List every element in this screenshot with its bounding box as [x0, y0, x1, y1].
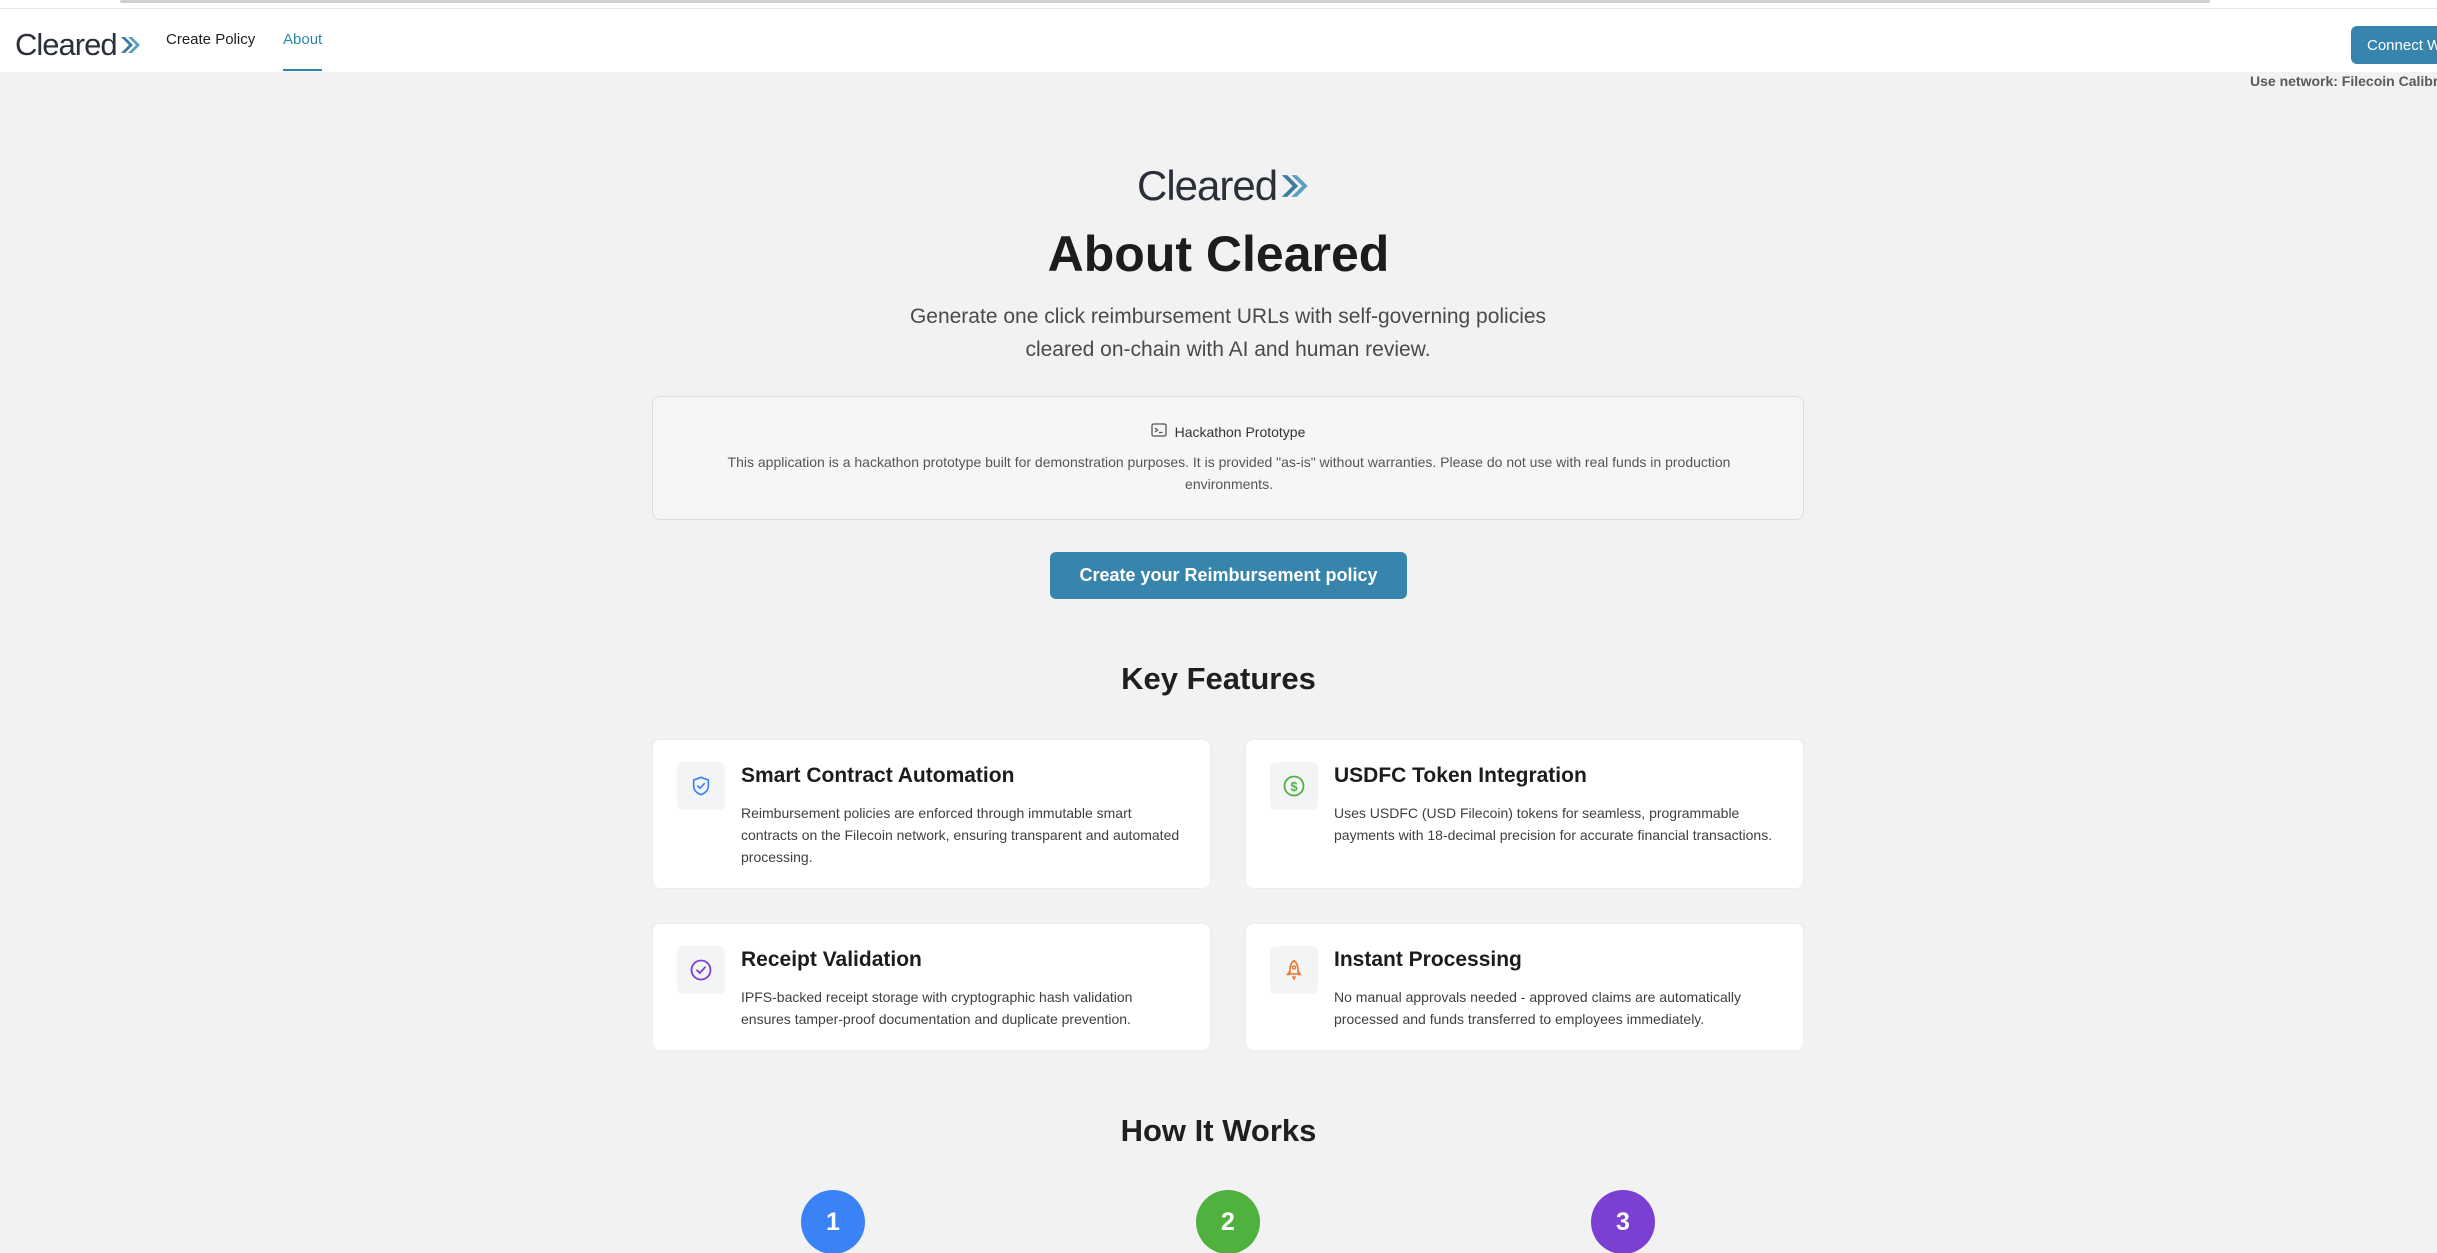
step-3-badge: 3: [1591, 1190, 1655, 1253]
double-chevron-icon: [119, 35, 141, 55]
hero-logo-text: Cleared: [1137, 162, 1278, 209]
feature-description: No manual approvals needed - approved cl…: [1334, 989, 1741, 1027]
horizontal-scrollbar[interactable]: [120, 0, 2210, 3]
hero-logo: Cleared: [1137, 158, 1309, 214]
prototype-notice: Hackathon Prototype This application is …: [652, 396, 1804, 520]
feature-description: IPFS-backed receipt storage with cryptog…: [741, 989, 1133, 1027]
notice-title: Hackathon Prototype: [1174, 423, 1306, 440]
feature-description: Uses USDFC (USD Filecoin) tokens for sea…: [1334, 805, 1773, 843]
notice-header: Hackathon Prototype: [653, 422, 1803, 441]
feature-title: Instant Processing: [1334, 948, 1522, 971]
create-policy-button[interactable]: Create your Reimbursement policy: [1050, 552, 1407, 599]
step-1-badge: 1: [801, 1190, 865, 1253]
brand-logo-text: Cleared: [15, 27, 118, 62]
dollar-circle-icon: $: [1270, 762, 1318, 810]
step-2-badge: 2: [1196, 1190, 1260, 1253]
brand-logo[interactable]: Cleared: [15, 25, 141, 65]
browser-top-strip: [0, 0, 2437, 9]
hero-subtitle-line1: Generate one click reimbursement URLs wi…: [909, 305, 1547, 328]
hero-subtitle: Generate one click reimbursement URLs wi…: [900, 300, 1556, 366]
feature-card-instant-processing: Instant Processing No manual approvals n…: [1245, 923, 1804, 1051]
feature-description: Reimbursement policies are enforced thro…: [741, 805, 1180, 865]
nav-link-create-policy[interactable]: Create Policy: [166, 31, 255, 48]
feature-card-smart-contract: Smart Contract Automation Reimbursement …: [652, 739, 1211, 889]
page-title: About Cleared: [1047, 226, 1390, 282]
double-chevron-icon: [1279, 172, 1309, 200]
feature-title: Smart Contract Automation: [741, 764, 1015, 787]
check-circle-icon: [677, 946, 725, 994]
features-heading: Key Features: [1121, 661, 1316, 696]
feature-title: Receipt Validation: [741, 948, 922, 971]
network-hint: Use network: Filecoin Calibration: [2250, 73, 2437, 89]
shield-check-icon: [677, 762, 725, 810]
connect-wallet-button[interactable]: Connect Wallet: [2351, 26, 2437, 64]
terminal-icon: [1150, 422, 1167, 441]
nav-link-about[interactable]: About: [283, 31, 323, 71]
notice-text-line1: This application is a hackathon prototyp…: [727, 454, 1731, 470]
feature-title: USDFC Token Integration: [1334, 764, 1587, 787]
hero-subtitle-line2: cleared on-chain with AI and human revie…: [1025, 338, 1431, 361]
rocket-icon: [1270, 946, 1318, 994]
notice-text-line2: environments.: [1185, 476, 1273, 492]
feature-card-usdfc: $ USDFC Token Integration Uses USDFC (US…: [1245, 739, 1804, 889]
navbar: Cleared Create Policy About Connect Wall…: [0, 9, 2437, 72]
how-it-works-heading: How It Works: [1120, 1113, 1317, 1148]
notice-text: This application is a hackathon prototyp…: [693, 451, 1765, 495]
svg-text:$: $: [1290, 779, 1298, 794]
feature-card-receipt-validation: Receipt Validation IPFS-backed receipt s…: [652, 923, 1211, 1051]
